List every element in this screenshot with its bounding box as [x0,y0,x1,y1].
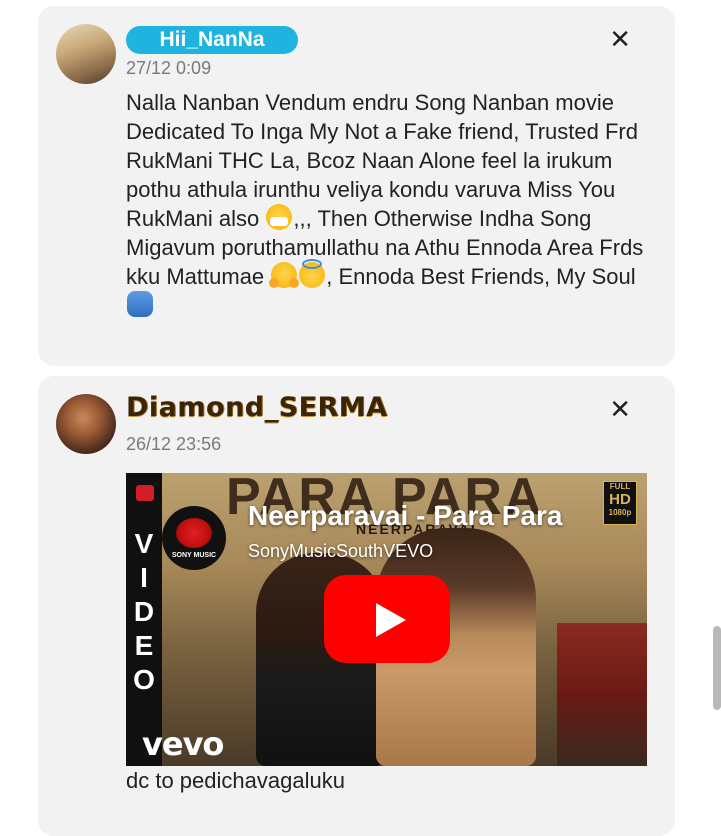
comment-card: Hii_NanNa 27/12 0:09 ✕ Nalla Nanban Vend… [38,6,675,366]
sony-music-logo-icon [176,518,212,548]
side-letter: V [134,528,154,559]
video-embed[interactable]: PARA PARA NEERPARAVAI V I D E O SONY MUS… [126,473,647,766]
hugging-face-emoji [269,262,300,288]
hd-badge-top: FULL [609,482,631,491]
video-channel[interactable]: SonyMusicSouthVEVO [248,541,433,562]
logo-label: SONY MUSIC [171,552,217,559]
username-fancy[interactable]: Diamond_SERMA [126,392,388,423]
video-motorbike [557,623,647,766]
video-side-letters: V I D E O [132,527,156,697]
user-avatar[interactable] [56,24,116,84]
close-icon[interactable]: ✕ [609,396,631,422]
user-avatar[interactable] [56,394,116,454]
smiling-face-with-halo-emoji [299,259,326,288]
comment-caption: dc to pedichavagaluku [126,768,345,793]
vevo-watermark: vevo [142,725,224,763]
side-letter: O [133,664,155,695]
side-letter: D [133,596,155,627]
comment-timestamp: 27/12 0:09 [126,58,212,78]
side-letter: I [140,562,148,593]
side-letter: E [134,630,154,661]
video-side-strip: V I D E O [126,473,162,766]
username-badge[interactable]: Hii_NanNa [126,26,298,54]
full-hd-badge: FULL HD 1080p [603,481,637,525]
comment-card: Diamond_SERMA 26/12 23:56 ✕ PARA PARA NE… [38,376,675,836]
hd-badge-mid: HD [609,491,631,508]
channel-logo[interactable]: SONY MUSIC [162,506,226,570]
people-hugging-emoji [127,291,153,317]
sneezing-face-emoji [266,204,293,230]
sony-icon [136,485,154,501]
video-title[interactable]: Neerparavai - Para Para [248,500,562,532]
close-icon[interactable]: ✕ [609,26,631,52]
comment-text: Nalla Nanban Vendum endru Song Nanban mo… [126,88,646,320]
comment-timestamp: 26/12 23:56 [126,434,222,454]
hd-badge-bottom: 1080p [608,508,632,517]
scrollbar[interactable] [713,626,721,710]
comment-text-part: , Ennoda Best Friends, My Soul [326,264,636,289]
youtube-play-icon[interactable] [324,575,450,663]
